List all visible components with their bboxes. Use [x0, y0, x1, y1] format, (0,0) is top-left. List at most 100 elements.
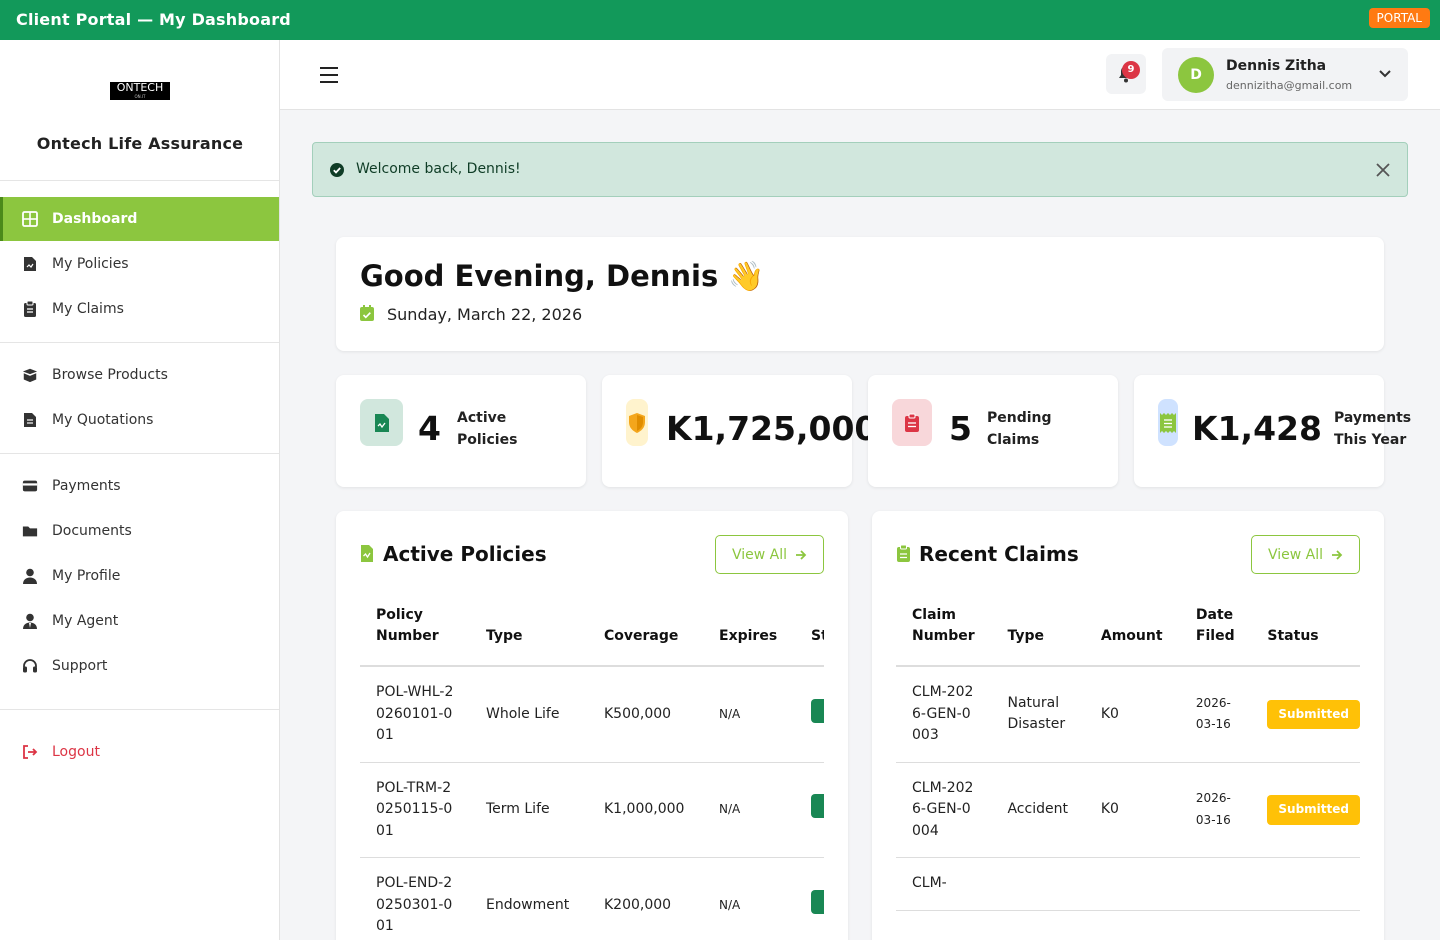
active-policies-panel: Active Policies View All Policy Number T… [336, 511, 848, 940]
claim-type: Natural Disaster [991, 666, 1085, 763]
user-icon [22, 568, 38, 584]
close-icon[interactable] [1375, 162, 1391, 178]
claims-icon [22, 301, 38, 317]
chevron-down-icon [1379, 70, 1391, 78]
policy-coverage: K200,000 [588, 857, 703, 940]
sidebar-divider [0, 709, 279, 710]
dashboard-icon [22, 211, 38, 227]
claim-type: Accident [991, 762, 1085, 858]
claim-amount: K0 [1084, 666, 1180, 763]
status-badge [811, 794, 824, 818]
status-cell: Submitted [1251, 762, 1360, 858]
stat-label: Active Policies [457, 410, 518, 448]
column-header: Policy Number [360, 595, 470, 667]
shield-icon [626, 399, 648, 446]
table-row[interactable]: POL-WHL-20260101-001 Whole Life K500,000… [360, 666, 824, 763]
sidebar-item-browse-products[interactable]: Browse Products [0, 353, 279, 397]
table-row[interactable]: CLM-2026-GEN-0003 Natural Disaster K0 20… [896, 666, 1360, 763]
payments-icon [22, 478, 38, 494]
sidebar-item-my-agent[interactable]: My Agent [0, 599, 279, 643]
sidebar-item-label: Logout [52, 744, 100, 760]
sidebar-item-my-policies[interactable]: My Policies [0, 242, 279, 286]
notification-badge: 9 [1122, 61, 1140, 79]
policy-type: Endowment [470, 857, 588, 940]
table-row[interactable]: CLM- [896, 857, 1360, 911]
sidebar-item-label: My Policies [52, 256, 129, 272]
column-header: Coverage [588, 595, 703, 667]
sidebar-item-payments[interactable]: Payments [0, 464, 279, 508]
sidebar-divider [0, 453, 279, 454]
notifications-button[interactable]: 9 [1106, 54, 1146, 94]
logout-button[interactable]: Logout [0, 730, 279, 774]
arrow-right-icon [1332, 549, 1343, 560]
stat-label: Payments This Year [1334, 410, 1412, 448]
column-header: Status [1251, 595, 1360, 667]
sidebar-item-my-profile[interactable]: My Profile [0, 554, 279, 598]
status-cell [795, 762, 824, 858]
column-header: Expires [703, 595, 795, 667]
stat-card-payments-year[interactable]: K1,428 Payments This Year [1134, 375, 1411, 487]
calendar-check-icon [360, 305, 374, 321]
policy-coverage: K500,000 [588, 666, 703, 763]
policy-number: POL-END-20250301-001 [360, 857, 470, 940]
policy-doc-icon [360, 399, 403, 446]
logout-icon [22, 744, 38, 760]
table-row[interactable]: CLM-2026-GEN-0004 Accident K0 2026-03-16… [896, 762, 1360, 858]
panel-title: Recent Claims [919, 542, 1079, 566]
column-header: Amount [1084, 595, 1180, 667]
stat-value: K1,428 [1192, 409, 1322, 448]
policy-type: Whole Life [470, 666, 588, 763]
clipboard-icon [897, 544, 910, 562]
sidebar-item-label: Support [52, 658, 108, 674]
menu-toggle-icon[interactable] [320, 67, 338, 83]
policy-expires: N/A [703, 762, 795, 858]
stat-card-active-policies[interactable]: 4 Active Policies [336, 375, 586, 487]
table-row[interactable]: POL-END-20250301-001 Endowment K200,000 … [360, 857, 824, 940]
sidebar-item-label: Dashboard [52, 211, 138, 227]
claim-date: 2026-03-16 [1179, 666, 1252, 763]
policy-expires: N/A [703, 857, 795, 940]
view-all-policies-button[interactable]: View All [715, 535, 824, 574]
quotation-icon [22, 412, 38, 428]
agent-icon [22, 613, 38, 629]
stat-value: 4 [418, 409, 441, 448]
column-header: Type [991, 595, 1085, 667]
stat-card-pending-claims[interactable]: 5 Pending Claims [868, 375, 1118, 487]
check-circle-icon [330, 163, 344, 177]
status-badge: Submitted [1267, 699, 1360, 729]
greeting-card: Good Evening, Dennis 👋 Sunday, March 22,… [336, 237, 1384, 351]
top-bar: Client Portal — My Dashboard PORTAL [0, 0, 1440, 40]
stat-card-total-coverage[interactable]: K1,725,000 [602, 375, 877, 487]
column-header: Claim Number [896, 595, 992, 667]
sidebar-item-support[interactable]: Support [0, 644, 279, 688]
stat-value: K1,725,000 [666, 409, 878, 448]
claim-number: CLM-2026-GEN-0004 [896, 762, 992, 858]
company-logo[interactable]: ONTECH ON.IT [110, 82, 170, 100]
claims-table: Claim Number Type Amount Date Filed Stat… [896, 595, 1360, 911]
folder-icon [22, 523, 38, 539]
sidebar-item-documents[interactable]: Documents [0, 509, 279, 553]
view-all-claims-button[interactable]: View All [1251, 535, 1360, 574]
policy-type: Term Life [470, 762, 588, 858]
sidebar-item-dashboard[interactable]: Dashboard [0, 197, 279, 241]
window-title: Client Portal — My Dashboard [16, 10, 291, 29]
panel-title: Active Policies [383, 542, 547, 566]
sidebar-item-label: My Agent [52, 613, 119, 629]
page-header: 9 D Dennis Zitha dennizitha@gmail.com [280, 40, 1440, 110]
recent-claims-panel: Recent Claims View All Claim Number Type… [872, 511, 1384, 940]
button-label: View All [731, 546, 788, 563]
stat-label: Pending Claims [987, 410, 1052, 448]
sidebar-item-label: Browse Products [52, 367, 168, 383]
sidebar-item-my-claims[interactable]: My Claims [0, 287, 279, 331]
user-name: Dennis Zitha [1226, 58, 1327, 74]
greeting-date: Sunday, March 22, 2026 [387, 305, 583, 324]
user-menu[interactable]: D Dennis Zitha dennizitha@gmail.com [1162, 48, 1408, 101]
brand-name: Ontech Life Assurance [36, 134, 244, 153]
sidebar-item-my-quotations[interactable]: My Quotations [0, 398, 279, 442]
table-row[interactable]: POL-TRM-20250115-001 Term Life K1,000,00… [360, 762, 824, 858]
portal-badge: PORTAL [1368, 8, 1430, 28]
greeting-title: Good Evening, Dennis 👋 [360, 259, 765, 293]
sidebar-divider [0, 342, 279, 343]
status-cell [1251, 857, 1360, 911]
column-header: St [795, 595, 824, 667]
